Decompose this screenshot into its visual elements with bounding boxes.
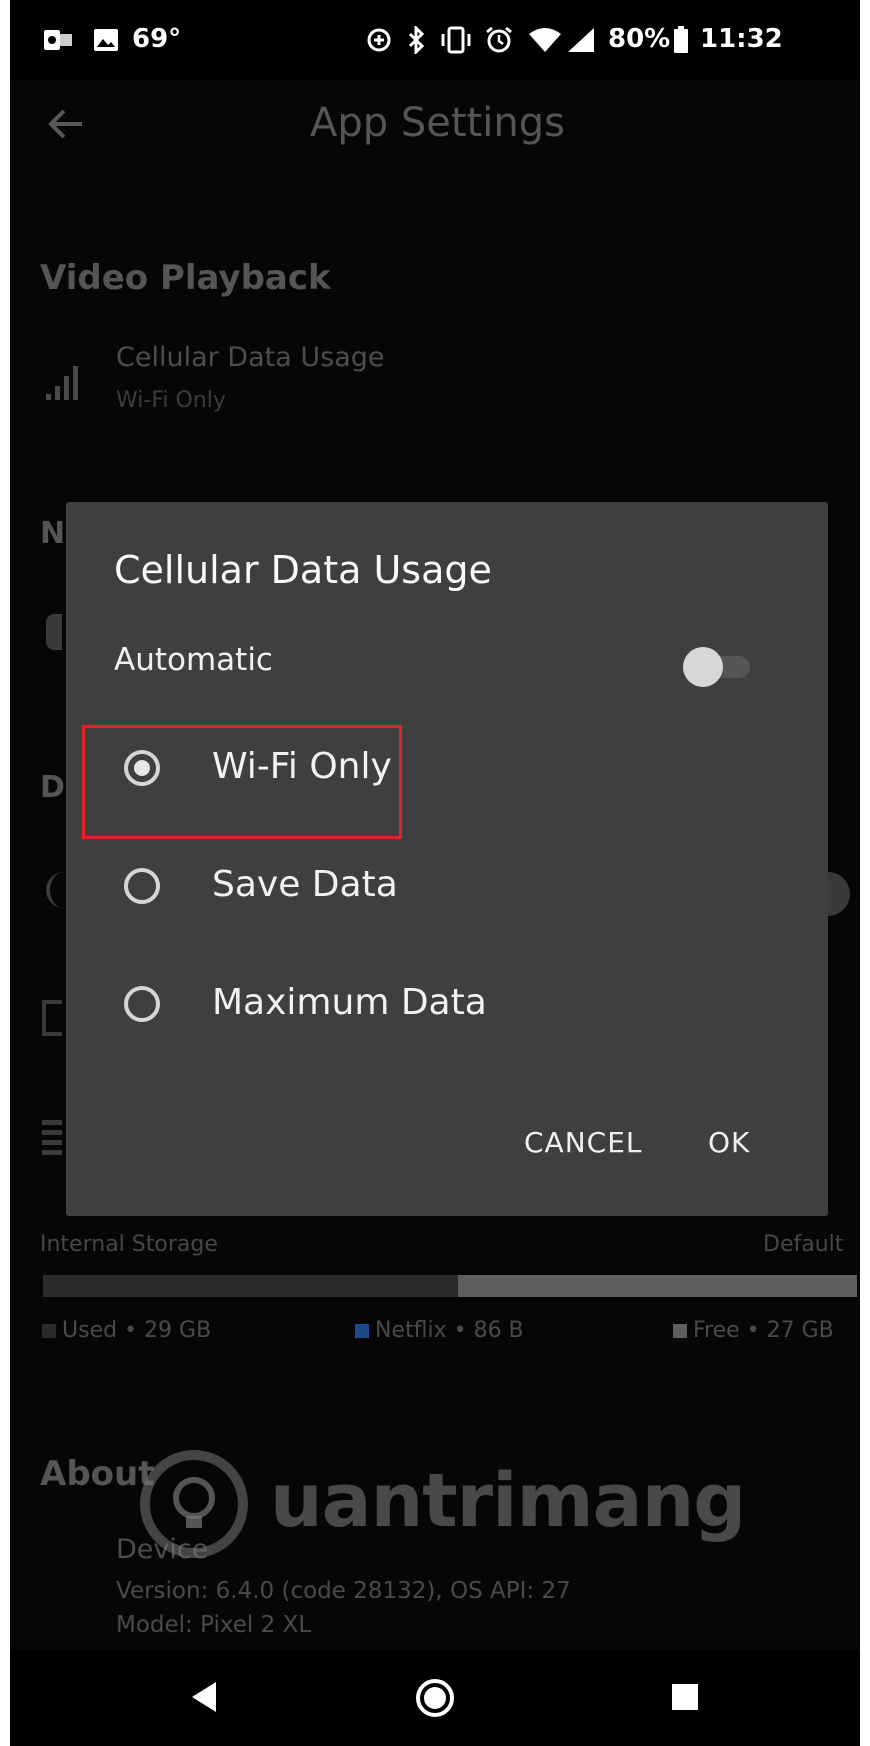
automatic-label: Automatic [114,642,273,678]
recents-nav-icon[interactable] [672,1684,698,1710]
legend-free-swatch [673,1324,687,1338]
watermark: uantrimang [140,1440,746,1570]
home-nav-icon[interactable] [414,1677,456,1723]
lightbulb-logo-icon [140,1450,248,1558]
legend-netflix-swatch [355,1324,369,1338]
legend-netflix: Netflix • 86 B [355,1318,524,1343]
cellular-data-dialog: Cellular Data Usage Automatic Wi-Fi Only… [66,502,828,1216]
option-save-data[interactable]: Save Data [116,852,756,922]
ok-button[interactable]: OK [708,1126,750,1159]
background-toggle-thumb [826,872,850,916]
option-maximum-data[interactable]: Maximum Data [116,970,756,1040]
storage-bar-free [458,1275,857,1297]
watermark-text: uantrimang [270,1458,746,1544]
model-info: Model: Pixel 2 XL [116,1612,312,1638]
cellular-signal-icon [46,362,82,406]
legend-used: Used • 29 GB [42,1318,211,1343]
legend-used-swatch [42,1324,56,1338]
section-heading-partial-2: D [40,770,65,805]
option-label: Maximum Data [212,982,487,1023]
legend-used-label: Used • 29 GB [62,1318,212,1343]
legend-free: Free • 27 GB [673,1318,834,1343]
section-heading-about: About [40,1454,155,1494]
cellular-data-usage-setting[interactable]: Cellular Data Usage [116,342,384,373]
section-heading-partial: N [40,516,66,551]
battery-percent: 80% [608,24,671,54]
version-info: Version: 6.4.0 (code 28132), OS API: 27 [116,1578,571,1604]
battery-icon [672,26,690,60]
back-arrow-icon[interactable] [46,104,86,144]
data-saver-icon [365,26,393,60]
vibrate-icon [438,26,474,60]
dialog-title: Cellular Data Usage [114,548,492,592]
cell-signal-icon [566,26,596,60]
status-bar: 69° 80% 11:32 [10,0,860,80]
highlight-box [82,725,402,839]
section-heading-video-playback: Video Playback [40,258,331,298]
phone-screen: 69° 80% 11:32 App Settings Video Playbac… [10,0,860,1746]
internal-storage-label: Internal Storage [40,1232,218,1257]
cancel-button[interactable]: CANCEL [524,1126,643,1159]
download-icon [42,1000,62,1036]
cellular-data-usage-value: Wi-Fi Only [116,388,226,413]
image-icon [92,26,120,60]
page-title: App Settings [310,100,565,146]
back-nav-icon[interactable] [190,1680,218,1718]
legend-free-label: Free • 27 GB [693,1318,834,1343]
wifi-icon [528,26,562,60]
option-label: Save Data [212,864,398,905]
storage-default-label: Default [763,1232,844,1257]
clock: 11:32 [700,24,783,54]
wifi-outline-icon [46,872,66,908]
bluetooth-icon [406,24,428,60]
radio-unselected-icon[interactable] [124,986,160,1022]
bell-icon [46,614,62,650]
legend-netflix-label: Netflix • 86 B [375,1318,524,1343]
storage-bar-used [43,1275,458,1297]
temperature: 69° [132,24,182,54]
radio-unselected-icon[interactable] [124,868,160,904]
alarm-icon [484,26,514,60]
outlook-icon [42,26,74,60]
navigation-bar [10,1650,860,1746]
automatic-switch[interactable] [683,647,723,687]
storage-icon [42,1120,62,1156]
